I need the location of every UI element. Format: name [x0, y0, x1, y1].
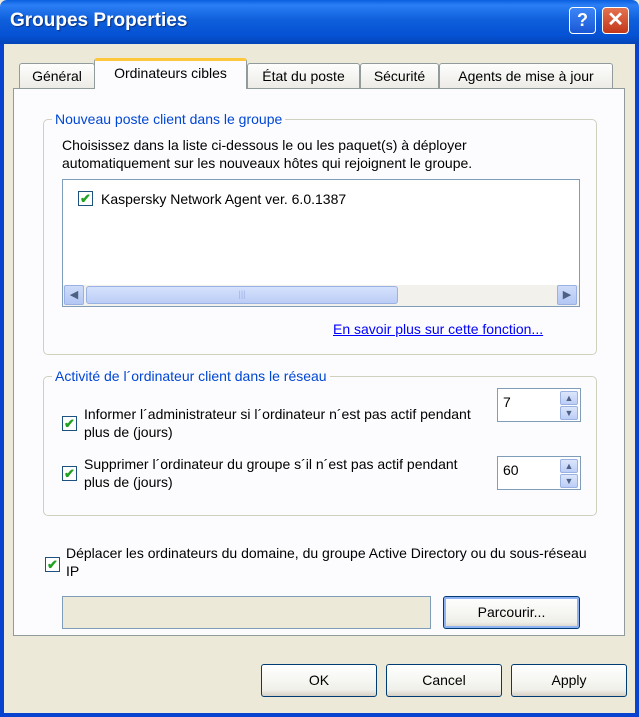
help-button[interactable]: ? [569, 7, 596, 34]
window-border-left [0, 44, 4, 717]
ou-path-field[interactable] [62, 596, 431, 629]
window-border-bottom [0, 713, 639, 717]
notify-admin-label: Informer l´administrateur si l´ordinateu… [84, 406, 471, 440]
scroll-left-icon[interactable]: ◀ [64, 285, 84, 305]
tab-general[interactable]: Général [19, 63, 95, 88]
tab-security[interactable]: Sécurité [360, 63, 439, 88]
tab-station-status[interactable]: État du poste [247, 63, 360, 88]
package-checkbox[interactable]: ✔ [78, 191, 93, 206]
notify-days-spinner[interactable]: 7 ▲ ▼ [497, 388, 581, 422]
notify-days-value[interactable]: 7 [503, 394, 511, 410]
new-client-description: Choisissez dans la liste ci-dessous le o… [62, 137, 473, 171]
apply-button[interactable]: Apply [511, 664, 627, 697]
title-bar[interactable]: Groupes Properties ? ✕ [0, 0, 639, 44]
scroll-right-icon[interactable]: ▶ [557, 285, 577, 305]
scroll-thumb[interactable]: ||| [86, 286, 398, 304]
package-label: Kaspersky Network Agent ver. 6.0.1387 [101, 191, 347, 207]
delete-days-value[interactable]: 60 [503, 462, 519, 478]
spin-down-icon[interactable]: ▼ [560, 474, 578, 488]
tab-target-computers[interactable]: Ordinateurs cibles [94, 58, 247, 89]
cancel-button[interactable]: Cancel [386, 664, 502, 697]
horizontal-scrollbar[interactable]: ◀ ||| ▶ [63, 285, 579, 306]
spin-up-icon[interactable]: ▲ [560, 391, 578, 405]
new-client-legend: Nouveau poste client dans le groupe [52, 111, 286, 127]
ok-button[interactable]: OK [261, 664, 377, 697]
window-border-right [635, 44, 639, 717]
delete-computer-label: Supprimer l´ordinateur du groupe s´il n´… [84, 456, 458, 490]
more-info-link[interactable]: En savoir plus sur cette fonction... [333, 321, 543, 337]
window-title: Groupes Properties [10, 10, 188, 31]
activity-legend: Activité de l´ordinateur client dans le … [52, 368, 330, 384]
properties-window: Groupes Properties ? ✕ Général Ordinateu… [0, 0, 639, 717]
tab-update-agents[interactable]: Agents de mise à jour [439, 63, 613, 88]
move-computers-checkbox[interactable]: ✔ [45, 557, 60, 572]
spin-down-icon[interactable]: ▼ [560, 406, 578, 420]
notify-admin-checkbox[interactable]: ✔ [62, 416, 77, 431]
close-button[interactable]: ✕ [602, 7, 629, 34]
move-computers-label: Déplacer les ordinateurs du domaine, du … [66, 545, 587, 579]
delete-days-spinner[interactable]: 60 ▲ ▼ [497, 456, 581, 490]
browse-button[interactable]: Parcourir... [443, 596, 580, 629]
delete-computer-checkbox[interactable]: ✔ [62, 466, 77, 481]
spin-up-icon[interactable]: ▲ [560, 459, 578, 473]
